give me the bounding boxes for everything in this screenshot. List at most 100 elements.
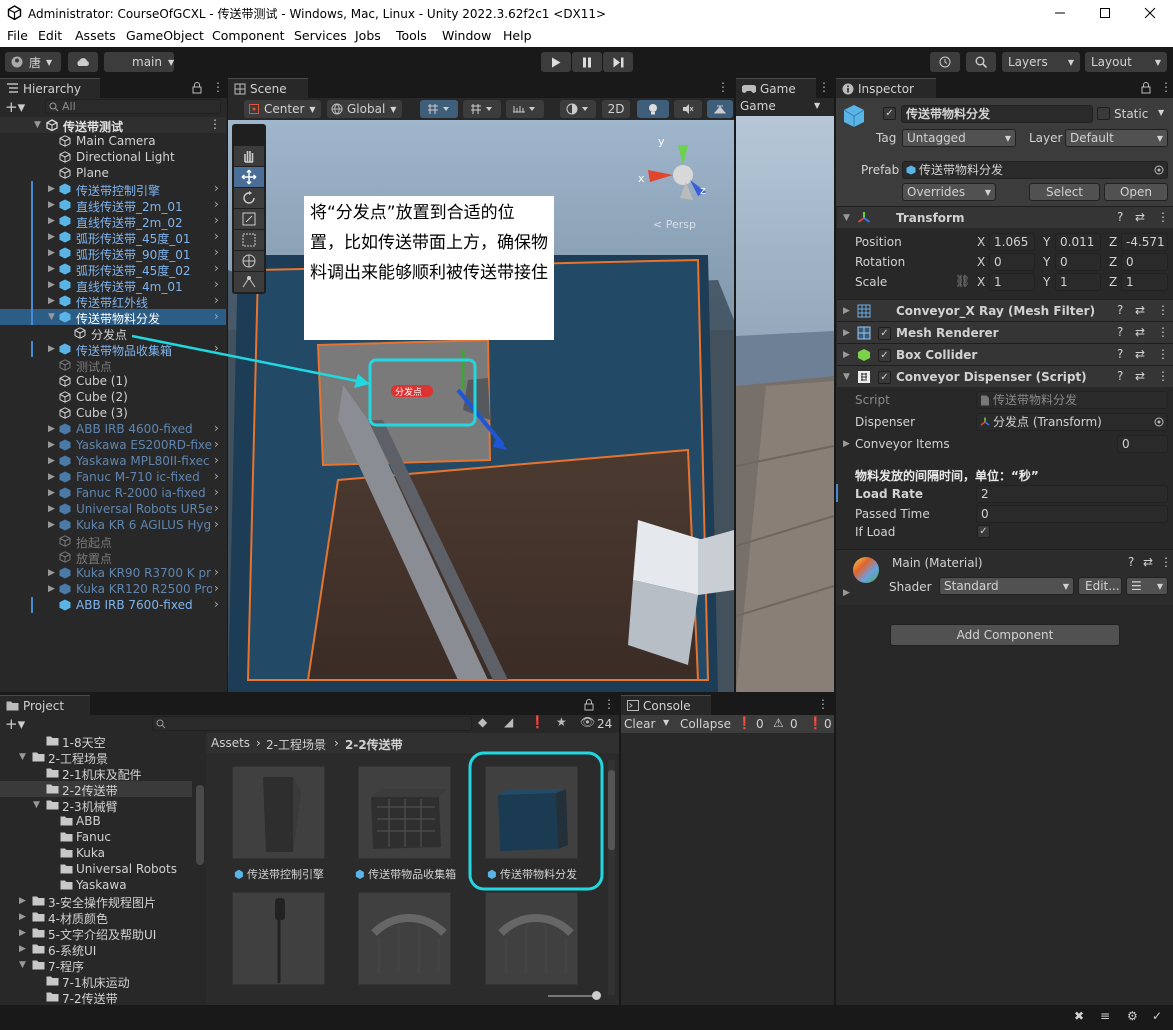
debug-off-icon[interactable]: ✖ xyxy=(1074,1009,1084,1023)
expand-arrow-icon[interactable]: ▼ xyxy=(34,120,41,130)
overrides-dropdown[interactable]: Overrides ▼ xyxy=(902,183,996,201)
more-menu-icon[interactable]: ⋮ xyxy=(717,80,729,94)
hierarchy-item[interactable]: › ABB IRB 7600-fixed xyxy=(0,597,226,613)
chevron-right-icon[interactable]: › xyxy=(214,437,219,451)
link-icon[interactable]: ⛓ xyxy=(955,274,970,288)
preset-icon[interactable]: ⇄ xyxy=(1135,369,1145,383)
more-menu-icon[interactable]: ⋮ xyxy=(818,80,830,94)
label-icon[interactable]: ◢ xyxy=(504,715,513,729)
project-folder[interactable]: ABB xyxy=(0,813,192,829)
add-icon[interactable]: +▾ xyxy=(5,715,25,733)
persp-label[interactable]: < Persp xyxy=(653,218,696,231)
scene-row[interactable]: ▼ 传送带测试 ⋮ xyxy=(0,117,226,134)
project-folder[interactable]: ▼ 7-程序 xyxy=(0,957,192,974)
draw-mode-button[interactable] xyxy=(560,100,596,118)
expand-arrow-icon[interactable]: ▼ xyxy=(33,800,40,810)
error-count-icon[interactable]: ❗ xyxy=(808,716,823,730)
chevron-right-icon[interactable]: › xyxy=(214,485,219,499)
rect-tool-button[interactable] xyxy=(234,230,264,250)
project-folder[interactable]: 2-2传送带 xyxy=(0,781,192,798)
chevron-right-icon[interactable]: › xyxy=(214,501,219,515)
chevron-right-icon[interactable]: › xyxy=(214,341,219,355)
hierarchy-item[interactable]: ▶ › 弧形传送带_90度_01 xyxy=(0,245,226,262)
prefab-asset-field[interactable]: 传送带物料分发 xyxy=(902,161,1168,179)
search-button[interactable] xyxy=(966,52,996,72)
chevron-right-icon[interactable]: › xyxy=(214,181,219,195)
project-folder[interactable]: 1-8天空 xyxy=(0,733,192,750)
layout-dropdown[interactable]: Layout ▼ xyxy=(1085,52,1167,72)
favorite-icon[interactable]: ★ xyxy=(556,715,567,729)
more-menu-icon[interactable]: ⋮ xyxy=(1157,303,1169,317)
shader-edit-button[interactable]: Edit... xyxy=(1078,577,1122,595)
hierarchy-item[interactable]: Directional Light xyxy=(0,149,226,165)
help-icon[interactable]: ? xyxy=(1117,347,1123,361)
collab-check-icon[interactable]: ✓ xyxy=(1152,1009,1162,1023)
hand-tool-button[interactable] xyxy=(234,146,264,166)
increment-snap-button[interactable] xyxy=(506,100,544,118)
minimize-button[interactable] xyxy=(1037,0,1083,25)
warning-filter-icon[interactable]: ❗ xyxy=(530,715,545,729)
project-folder[interactable]: 7-1机床运动 xyxy=(0,973,192,990)
expand-arrow-icon[interactable]: ▶ xyxy=(843,306,850,316)
hierarchy-item[interactable]: ▶ › 直线传送带_2m_01 xyxy=(0,197,226,214)
chevron-right-icon[interactable]: › xyxy=(214,565,219,579)
hierarchy-item[interactable]: ▶ › 直线传送带_2m_02 xyxy=(0,213,226,230)
hierarchy-search-input[interactable]: All xyxy=(45,99,221,114)
hierarchy-item[interactable]: ▶ › Yaskawa MPL80II-fixec xyxy=(0,453,226,469)
transform-tool-button[interactable] xyxy=(234,251,264,271)
log-count-icon[interactable]: ❗ xyxy=(737,716,752,730)
custom-tool-button[interactable] xyxy=(234,272,264,292)
slider-handle[interactable] xyxy=(592,991,601,1000)
tab-game[interactable]: Game xyxy=(736,78,816,98)
more-menu-icon[interactable]: ⋮ xyxy=(1157,210,1169,224)
chevron-right-icon[interactable]: › xyxy=(214,309,219,323)
expand-arrow-icon[interactable]: ▶ xyxy=(48,424,55,434)
chevron-right-icon[interactable]: › xyxy=(214,293,219,307)
game-display-dropdown[interactable]: Game xyxy=(740,99,776,113)
more-menu-icon[interactable]: ⋮ xyxy=(1160,555,1172,569)
hierarchy-item[interactable]: ▶ › 传送带物品收集箱 xyxy=(0,341,226,358)
hierarchy-item[interactable]: Cube (3) xyxy=(0,405,226,421)
dispenser-field[interactable]: 分发点 (Transform) xyxy=(976,413,1168,431)
add-component-button[interactable]: Add Component xyxy=(890,624,1120,646)
history-button[interactable] xyxy=(930,52,960,72)
chevron-right-icon[interactable]: › xyxy=(214,517,219,531)
chevron-right-icon[interactable]: › xyxy=(214,197,219,211)
tab-hierarchy[interactable]: Hierarchy xyxy=(0,78,100,98)
add-icon[interactable]: +▾ xyxy=(5,98,25,116)
expand-arrow-icon[interactable]: ▶ xyxy=(48,520,55,530)
expand-arrow-icon[interactable]: ▼ xyxy=(48,312,55,322)
scale-tool-button[interactable] xyxy=(234,209,264,229)
hierarchy-item[interactable]: ▶ › Fanuc M-710 ic-fixed xyxy=(0,469,226,485)
expand-arrow-icon[interactable]: ▶ xyxy=(843,350,850,360)
project-folder[interactable]: ▶ 5-文字介绍及帮助UI xyxy=(0,925,192,942)
transform-header[interactable]: ▼ Transform ? ⇄ ⋮ xyxy=(837,206,1173,228)
component-header[interactable]: ▶ ✓ Mesh Renderer? ⇄ ⋮ xyxy=(837,321,1173,343)
menu-component[interactable]: Component xyxy=(212,28,285,43)
menu-help[interactable]: Help xyxy=(503,28,532,43)
project-folder[interactable]: 2-1机床及配件 xyxy=(0,765,192,782)
tree-scrollbar[interactable] xyxy=(196,785,204,865)
hierarchy-item[interactable]: ▶ › Kuka KR 6 AGILUS Hygi xyxy=(0,517,226,533)
effects-toggle[interactable] xyxy=(707,100,733,118)
project-folder[interactable]: Fanuc xyxy=(0,829,192,845)
breadcrumb-scene[interactable]: 2-工程场景 xyxy=(266,736,326,753)
play-button[interactable] xyxy=(541,52,571,72)
tab-inspector[interactable]: Inspector xyxy=(836,78,936,98)
layer-dropdown[interactable]: Default ▼ xyxy=(1065,129,1168,147)
expand-arrow-icon[interactable]: ▶ xyxy=(48,488,55,498)
chevron-right-icon[interactable]: › xyxy=(214,597,219,611)
thumbnail-size-slider[interactable] xyxy=(548,995,598,997)
static-checkbox[interactable] xyxy=(1097,107,1110,120)
expand-arrow-icon[interactable]: ▶ xyxy=(48,280,55,290)
scale-y-field[interactable]: 1 xyxy=(1055,273,1101,291)
expand-arrow-icon[interactable]: ▶ xyxy=(19,912,26,922)
hierarchy-item[interactable]: ▶ › 传送带红外线 xyxy=(0,293,226,310)
menu-assets[interactable]: Assets xyxy=(75,28,116,43)
preset-icon[interactable]: ⇄ xyxy=(1135,325,1145,339)
rotation-y-field[interactable]: 0 xyxy=(1055,253,1101,271)
object-picker-icon[interactable] xyxy=(1154,417,1164,427)
hierarchy-item[interactable]: ▼ › 传送带物料分发 xyxy=(0,309,226,326)
hierarchy-item[interactable]: Plane xyxy=(0,165,226,181)
hierarchy-item[interactable]: 分发点 xyxy=(0,325,226,342)
